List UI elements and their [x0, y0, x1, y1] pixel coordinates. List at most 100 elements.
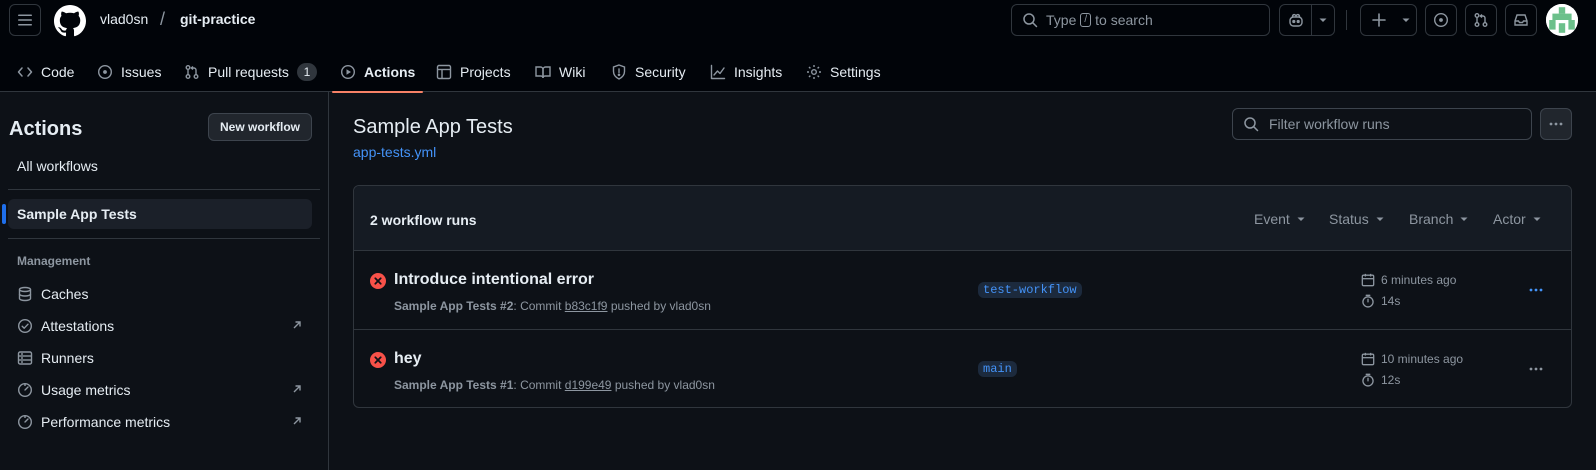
filter-workflow-runs-input[interactable]: Filter workflow runs	[1232, 108, 1532, 140]
kebab-horizontal-icon	[1529, 288, 1543, 292]
tab-pull-requests[interactable]: Pull requests 1	[184, 52, 317, 92]
pull-request-icon	[1474, 13, 1488, 27]
verified-icon	[17, 318, 33, 334]
x-circle-fill-icon	[370, 352, 386, 368]
search-icon	[1023, 13, 1038, 28]
tab-label: Security	[635, 64, 686, 80]
sidebar-item-runners[interactable]: Runners	[17, 346, 312, 370]
caret-down-icon	[1376, 217, 1384, 221]
commit-sha-link[interactable]: b83c1f9	[565, 299, 608, 313]
run-workflow-name: Sample App Tests	[394, 378, 497, 392]
branch-filter-menu[interactable]: Branch	[1409, 211, 1469, 227]
kebab-horizontal-icon	[1529, 367, 1543, 371]
run-title-link[interactable]: Introduce intentional error	[394, 271, 594, 289]
tab-label: Pull requests	[208, 64, 289, 80]
play-icon	[340, 64, 356, 80]
issues-button[interactable]	[1425, 4, 1457, 36]
filter-label: Branch	[1409, 211, 1454, 227]
inbox-icon	[1514, 14, 1528, 26]
book-icon	[535, 66, 551, 79]
actor-filter-menu[interactable]: Actor	[1493, 211, 1542, 227]
sidebar-divider	[8, 189, 320, 190]
page-title: Sample App Tests	[353, 116, 513, 138]
gear-icon	[807, 65, 821, 79]
run-menu-button[interactable]	[1524, 360, 1548, 378]
run-workflow-name: Sample App Tests	[394, 299, 497, 313]
caret-down-icon	[1460, 217, 1468, 221]
server-icon	[17, 351, 33, 365]
pull-requests-button[interactable]	[1465, 4, 1497, 36]
github-mark-icon	[54, 5, 86, 37]
x-circle-fill-icon	[370, 273, 386, 289]
pull-request-count-badge: 1	[296, 63, 317, 81]
tab-insights[interactable]: Insights	[710, 52, 782, 92]
tab-settings[interactable]: Settings	[806, 52, 881, 92]
tab-issues[interactable]: Issues	[97, 52, 161, 92]
copilot-main[interactable]	[1280, 5, 1311, 35]
run-duration: 12s	[1361, 373, 1400, 387]
tab-wiki[interactable]: Wiki	[535, 52, 585, 92]
filter-label: Actor	[1493, 211, 1526, 227]
repo-name-link[interactable]: git-practice	[180, 11, 255, 27]
run-title-link[interactable]: hey	[394, 350, 422, 368]
create-plus[interactable]	[1361, 5, 1397, 35]
create-dropdown[interactable]	[1397, 5, 1415, 35]
tab-actions[interactable]: Actions	[331, 52, 424, 93]
new-workflow-button[interactable]: New workflow	[208, 113, 312, 141]
workflow-file-link[interactable]: app-tests.yml	[353, 144, 436, 160]
create-new-button[interactable]	[1360, 4, 1417, 36]
run-timestamp: 6 minutes ago	[1361, 273, 1456, 287]
branch-label[interactable]: test-workflow	[978, 282, 1082, 298]
user-avatar[interactable]	[1546, 4, 1578, 36]
sidebar-item-attestations[interactable]: Attestations	[17, 314, 312, 338]
run-time-ago: 10 minutes ago	[1381, 352, 1464, 366]
identicon-icon	[1546, 4, 1578, 36]
path-separator: /	[160, 9, 166, 29]
code-icon	[17, 67, 33, 77]
issue-icon	[97, 64, 113, 80]
workflow-menu-button[interactable]	[1540, 108, 1572, 140]
repo-owner-link[interactable]: vlad0sn	[100, 11, 148, 27]
search-shortcut-key: /	[1080, 13, 1092, 27]
tab-label: Projects	[460, 64, 511, 80]
branch-label[interactable]: main	[978, 361, 1017, 377]
status-filter-menu[interactable]: Status	[1329, 211, 1385, 227]
workflow-run-row[interactable]: Introduce intentional error Sample App T…	[354, 251, 1571, 329]
tab-security[interactable]: Security	[611, 52, 686, 92]
hamburger-icon	[18, 14, 32, 26]
sidebar-item-label: Runners	[41, 350, 94, 366]
search-suffix: to search	[1095, 12, 1153, 28]
issue-icon	[1433, 12, 1449, 28]
sidebar-title: Actions	[9, 118, 83, 140]
workflow-run-row[interactable]: hey Sample App Tests #1: Commit d199e49 …	[354, 329, 1571, 407]
calendar-icon	[1361, 273, 1375, 287]
run-menu-button[interactable]	[1524, 281, 1548, 299]
sidebar-item-usage-metrics[interactable]: Usage metrics	[17, 378, 312, 402]
run-duration-value: 12s	[1381, 373, 1401, 387]
tab-label: Code	[41, 64, 75, 80]
copilot-button[interactable]	[1279, 4, 1335, 36]
filter-placeholder: Filter workflow runs	[1269, 116, 1390, 132]
caret-down-icon	[1402, 18, 1410, 22]
global-search[interactable]: Type / to search	[1011, 4, 1270, 36]
tab-label: Settings	[830, 64, 881, 80]
copilot-dropdown[interactable]	[1312, 5, 1334, 35]
meter-icon	[17, 382, 33, 398]
run-number: #1	[500, 378, 514, 392]
top-bar: vlad0sn / git-practice Type / to search	[0, 0, 1596, 40]
menu-button[interactable]	[9, 4, 41, 36]
sidebar-divider	[8, 238, 320, 239]
tab-code[interactable]: Code	[17, 52, 74, 92]
commit-sha-link[interactable]: d199e49	[565, 378, 612, 392]
sidebar-item-performance-metrics[interactable]: Performance metrics	[17, 410, 312, 434]
sidebar-item-caches[interactable]: Caches	[17, 282, 312, 306]
inbox-button[interactable]	[1505, 4, 1537, 36]
sidebar-item-sample-app-tests[interactable]: Sample App Tests	[2, 199, 312, 229]
run-pushed-by: pushed by vlad0sn	[614, 378, 715, 392]
run-meta: Sample App Tests #2: Commit b83c1f9 push…	[394, 299, 711, 313]
event-filter-menu[interactable]: Event	[1254, 211, 1306, 227]
all-workflows-link[interactable]: All workflows	[17, 158, 98, 174]
caret-down-icon	[1319, 18, 1327, 22]
github-logo[interactable]	[54, 5, 86, 37]
tab-projects[interactable]: Projects	[436, 52, 511, 92]
